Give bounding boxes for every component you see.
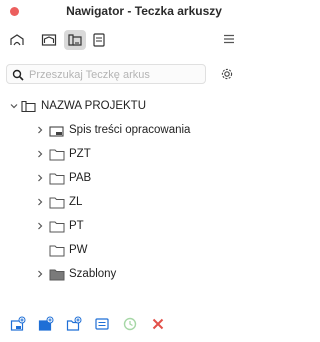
navigator-toolbar (0, 26, 242, 56)
new-layout-icon (66, 316, 82, 331)
publisher-sets-button[interactable] (88, 30, 110, 50)
delete-button[interactable] (150, 316, 166, 332)
tree-item[interactable]: Spis treści opracowania (0, 120, 242, 140)
project-map-icon (10, 34, 24, 46)
folder-icon (49, 172, 65, 185)
tree-item[interactable]: ZL (0, 192, 242, 212)
view-map-icon (41, 34, 57, 46)
chevron-down-icon[interactable] (10, 102, 18, 110)
new-subset-button[interactable] (10, 316, 26, 332)
tree-root-label: NAZWA PROJEKTU (41, 100, 146, 112)
search-icon (12, 69, 24, 81)
layout-book-icon (21, 100, 37, 113)
chevron-right-icon[interactable] (36, 174, 44, 182)
options-menu-button[interactable] (222, 32, 236, 46)
tree-item-label: PW (69, 244, 88, 256)
tree-item-label: PT (69, 220, 84, 232)
master-folder-icon (49, 268, 65, 281)
view-map-button[interactable] (38, 30, 60, 50)
layout-book-icon (68, 34, 82, 46)
settings-list-icon (95, 318, 109, 330)
refresh-button[interactable] (122, 316, 138, 332)
folder-icon (49, 196, 65, 209)
gear-icon (221, 68, 233, 80)
delete-icon (152, 318, 164, 330)
hamburger-menu-icon (224, 34, 234, 44)
folder-icon (49, 148, 65, 161)
tree-root-row[interactable]: NAZWA PROJEKTU (0, 96, 242, 116)
tree-item[interactable]: PZT (0, 144, 242, 164)
tree-item-label: Spis treści opracowania (69, 124, 191, 136)
tree-item[interactable]: PAB (0, 168, 242, 188)
new-master-layout-button[interactable] (38, 316, 54, 332)
tree-item-label: PZT (69, 148, 91, 160)
tree-item[interactable]: Szablony (0, 264, 242, 284)
chevron-right-icon[interactable] (36, 222, 44, 230)
publisher-sets-icon (93, 33, 105, 47)
new-master-layout-icon (38, 316, 54, 331)
tree-item[interactable]: PT (0, 216, 242, 236)
chevron-right-icon[interactable] (36, 198, 44, 206)
search-box (6, 64, 206, 84)
search-row (0, 60, 242, 90)
layout-book-button[interactable] (64, 30, 86, 50)
tree-item[interactable]: PW (0, 240, 242, 260)
project-map-button[interactable] (6, 30, 28, 50)
chevron-right-icon[interactable] (36, 126, 44, 134)
folder-icon (49, 244, 65, 257)
layout-sheet-icon (49, 124, 65, 137)
settings-list-button[interactable] (94, 316, 110, 332)
tree-item-label: ZL (69, 196, 83, 208)
new-subset-icon (10, 316, 26, 331)
chevron-right-icon[interactable] (36, 150, 44, 158)
window-title: Nawigator - Teczka arkuszy (66, 4, 222, 18)
folder-icon (49, 220, 65, 233)
chevron-right-icon[interactable] (36, 270, 44, 278)
title-bar: Nawigator - Teczka arkuszy (0, 0, 242, 22)
refresh-icon (123, 317, 137, 331)
tree-item-label: Szablony (69, 268, 117, 280)
tree-item-label: PAB (69, 172, 92, 184)
search-input[interactable] (29, 67, 201, 82)
new-layout-button[interactable] (66, 316, 82, 332)
search-settings-button[interactable] (220, 67, 234, 81)
chevron-placeholder (36, 246, 44, 254)
bottom-toolbar (0, 312, 242, 336)
